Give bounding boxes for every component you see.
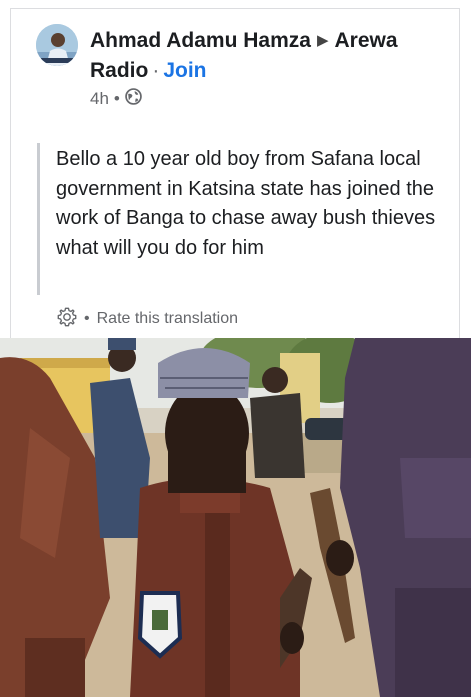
rate-translation-link[interactable]: Rate this translation <box>97 310 238 328</box>
post-timestamp[interactable]: 4h <box>90 89 109 109</box>
gear-icon[interactable] <box>56 306 78 333</box>
author-name[interactable]: Ahmad Adamu Hamza <box>90 29 311 52</box>
author-avatar[interactable] <box>36 24 78 66</box>
rate-translation-row[interactable]: • Rate this translation <box>56 306 238 332</box>
triangle-right-icon: ▶ <box>316 32 329 49</box>
join-button[interactable]: Join <box>163 59 206 82</box>
post-meta: 4h • <box>90 88 142 110</box>
separator-dot: • <box>113 89 120 108</box>
post-header: Ahmad Adamu Hamza ▶ Arewa Radio · Join <box>90 27 450 85</box>
globe-icon <box>125 88 142 110</box>
post-photo[interactable] <box>0 338 471 697</box>
translation-quote-bar <box>37 143 40 295</box>
post-text: Bello a 10 year old boy from Safana loca… <box>56 148 436 259</box>
separator-dot: · <box>152 59 160 82</box>
separator-dot: • <box>84 310 90 327</box>
